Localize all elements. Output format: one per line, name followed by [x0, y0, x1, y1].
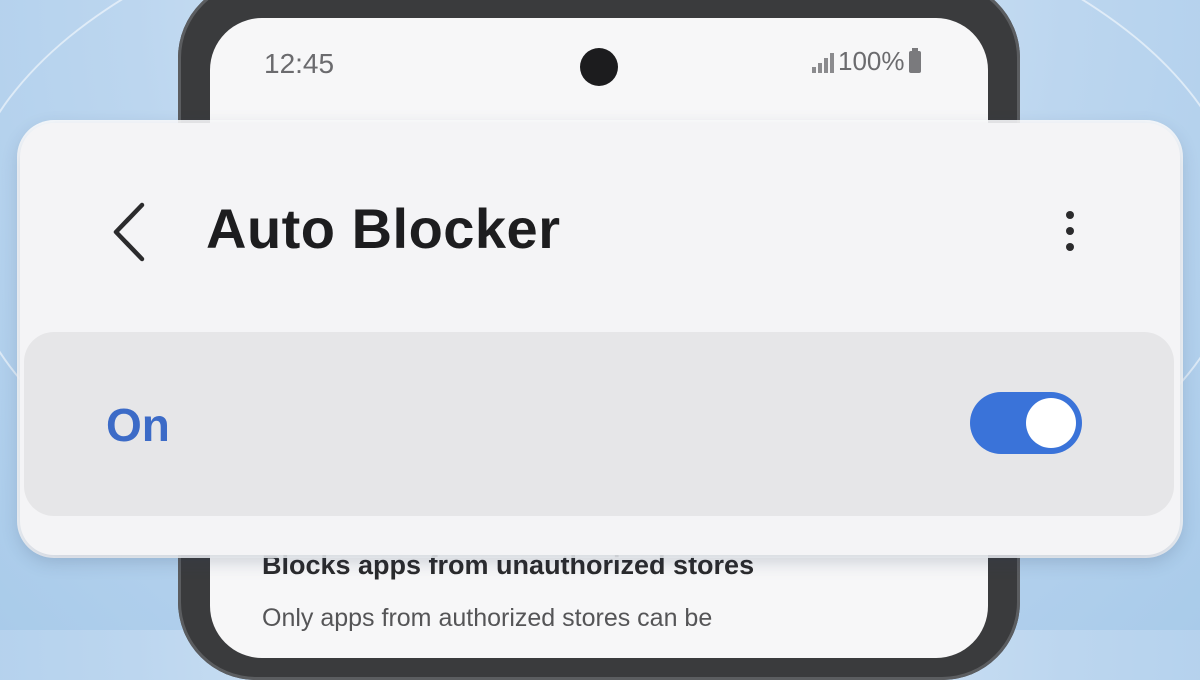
auto-blocker-toggle[interactable]: [970, 392, 1082, 454]
more-vertical-icon: [1066, 211, 1074, 219]
switch-label: On: [106, 399, 170, 451]
back-button[interactable]: [103, 199, 153, 265]
front-camera: [580, 48, 618, 86]
battery-percentage: 100%: [838, 46, 905, 76]
chevron-left-icon: [113, 202, 145, 262]
more-options-button[interactable]: [1052, 200, 1088, 262]
signal-icon: [812, 51, 834, 73]
battery-icon: [908, 47, 921, 73]
page-title: Auto Blocker: [206, 197, 561, 260]
status-time: 12:45: [264, 48, 335, 79]
section-description: Only apps from authorized stores can be: [262, 604, 713, 632]
toggle-knob: [1026, 398, 1076, 448]
status-icons: 100%: [812, 46, 921, 77]
